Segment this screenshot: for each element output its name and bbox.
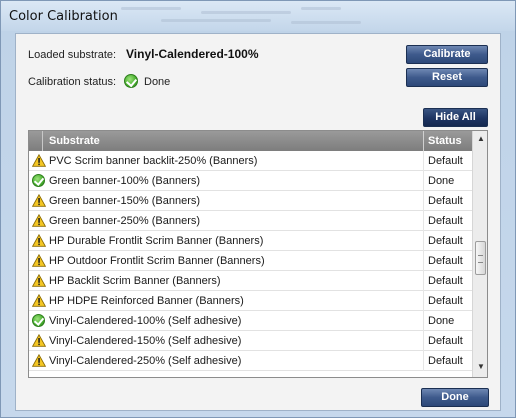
color-calibration-window: Color Calibration Loaded substrate: Viny…: [0, 0, 516, 418]
row-substrate: HP HDPE Reinforced Banner (Banners): [49, 295, 244, 307]
warning-icon: [31, 193, 47, 207]
table-row[interactable]: Vinyl-Calendered-250% (Self adhesive) Def…: [29, 351, 472, 371]
row-status: Default: [428, 215, 463, 227]
table-row[interactable]: PVC Scrim banner backlit-250% (Banners) D…: [29, 151, 472, 171]
warning-icon: [31, 213, 47, 227]
row-status: Default: [428, 335, 463, 347]
row-divider: [423, 311, 424, 331]
row-status: Done: [428, 315, 455, 327]
warning-icon: [31, 273, 47, 287]
row-divider: [423, 351, 424, 371]
row-status: Default: [428, 355, 463, 367]
row-substrate: Green banner-100% (Banners): [49, 175, 201, 187]
title-bg-streak: [121, 7, 181, 10]
row-divider: [423, 251, 424, 271]
calibration-status-label: Calibration status:: [28, 76, 117, 88]
row-divider: [423, 211, 424, 231]
row-substrate: HP Outdoor Frontlit Scrim Banner (Banner…: [49, 255, 265, 267]
title-bg-streak: [301, 7, 341, 10]
row-substrate: PVC Scrim banner backlit-250% (Banners): [49, 155, 258, 167]
row-substrate: Green banner-250% (Banners): [49, 215, 201, 227]
row-divider: [423, 151, 424, 171]
loaded-substrate-value: Vinyl-Calendered-100%: [126, 47, 259, 61]
row-divider: [423, 231, 424, 251]
check-icon: [32, 314, 45, 327]
row-status: Default: [428, 275, 463, 287]
dialog-client-area: Loaded substrate: Vinyl-Calendered-100% …: [15, 33, 501, 411]
table-row[interactable]: Green banner-250% (Banners) Default: [29, 211, 472, 231]
table-row[interactable]: HP HDPE Reinforced Banner (Banners) Defau…: [29, 291, 472, 311]
title-bg-streak: [291, 21, 361, 24]
scroll-thumb[interactable]: [475, 241, 486, 275]
table-row[interactable]: Green banner-100% (Banners) Done: [29, 171, 472, 191]
row-status: Default: [428, 255, 463, 267]
substrate-table: Substrate Status PVC Scrim banner backli…: [28, 130, 488, 378]
row-divider: [423, 331, 424, 351]
table-row[interactable]: Green banner-150% (Banners) Default: [29, 191, 472, 211]
row-status: Default: [428, 295, 463, 307]
warning-icon: [31, 153, 47, 167]
table-scrollbar[interactable]: ▲ ▼: [472, 131, 487, 377]
check-icon: [32, 174, 45, 187]
row-status: Default: [428, 235, 463, 247]
row-substrate: HP Backlit Scrim Banner (Banners): [49, 275, 221, 287]
row-divider: [423, 191, 424, 211]
row-divider: [423, 291, 424, 311]
header-status[interactable]: Status: [428, 135, 462, 147]
header-icon-column: [29, 131, 43, 151]
table-row[interactable]: Vinyl-Calendered-150% (Self adhesive) Def…: [29, 331, 472, 351]
loaded-substrate-label: Loaded substrate:: [28, 49, 117, 61]
warning-icon: [31, 233, 47, 247]
warning-icon: [31, 293, 47, 307]
row-divider: [423, 171, 424, 191]
title-bg-streak: [201, 11, 291, 14]
reset-button[interactable]: Reset: [406, 68, 488, 87]
row-substrate: Vinyl-Calendered-100% (Self adhesive): [49, 315, 242, 327]
title-bar[interactable]: Color Calibration: [1, 1, 515, 31]
table-row[interactable]: HP Backlit Scrim Banner (Banners) Default: [29, 271, 472, 291]
header-divider: [423, 131, 424, 151]
row-divider: [423, 271, 424, 291]
header-substrate[interactable]: Substrate: [49, 135, 100, 147]
scroll-down-icon[interactable]: ▼: [473, 359, 487, 375]
table-row[interactable]: HP Durable Frontlit Scrim Banner (Banner…: [29, 231, 472, 251]
row-status: Default: [428, 195, 463, 207]
warning-icon: [31, 353, 47, 367]
hide-all-button[interactable]: Hide All: [423, 108, 488, 127]
window-title: Color Calibration: [9, 9, 118, 24]
table-row[interactable]: HP Outdoor Frontlit Scrim Banner (Banner…: [29, 251, 472, 271]
table-header: Substrate Status: [29, 131, 472, 151]
calibrate-button[interactable]: Calibrate: [406, 45, 488, 64]
table-row[interactable]: Vinyl-Calendered-100% (Self adhesive) Don…: [29, 311, 472, 331]
row-substrate: Vinyl-Calendered-150% (Self adhesive): [49, 335, 242, 347]
calibration-status-value: Done: [144, 76, 171, 88]
done-button[interactable]: Done: [421, 388, 489, 407]
row-status: Done: [428, 175, 455, 187]
warning-icon: [31, 253, 47, 267]
scroll-up-icon[interactable]: ▲: [473, 131, 487, 147]
row-substrate: HP Durable Frontlit Scrim Banner (Banner…: [49, 235, 264, 247]
title-bg-streak: [161, 19, 271, 22]
row-substrate: Green banner-150% (Banners): [49, 195, 201, 207]
status-done-icon: [124, 74, 138, 88]
warning-icon: [31, 333, 47, 347]
row-substrate: Vinyl-Calendered-250% (Self adhesive): [49, 355, 242, 367]
row-status: Default: [428, 155, 463, 167]
